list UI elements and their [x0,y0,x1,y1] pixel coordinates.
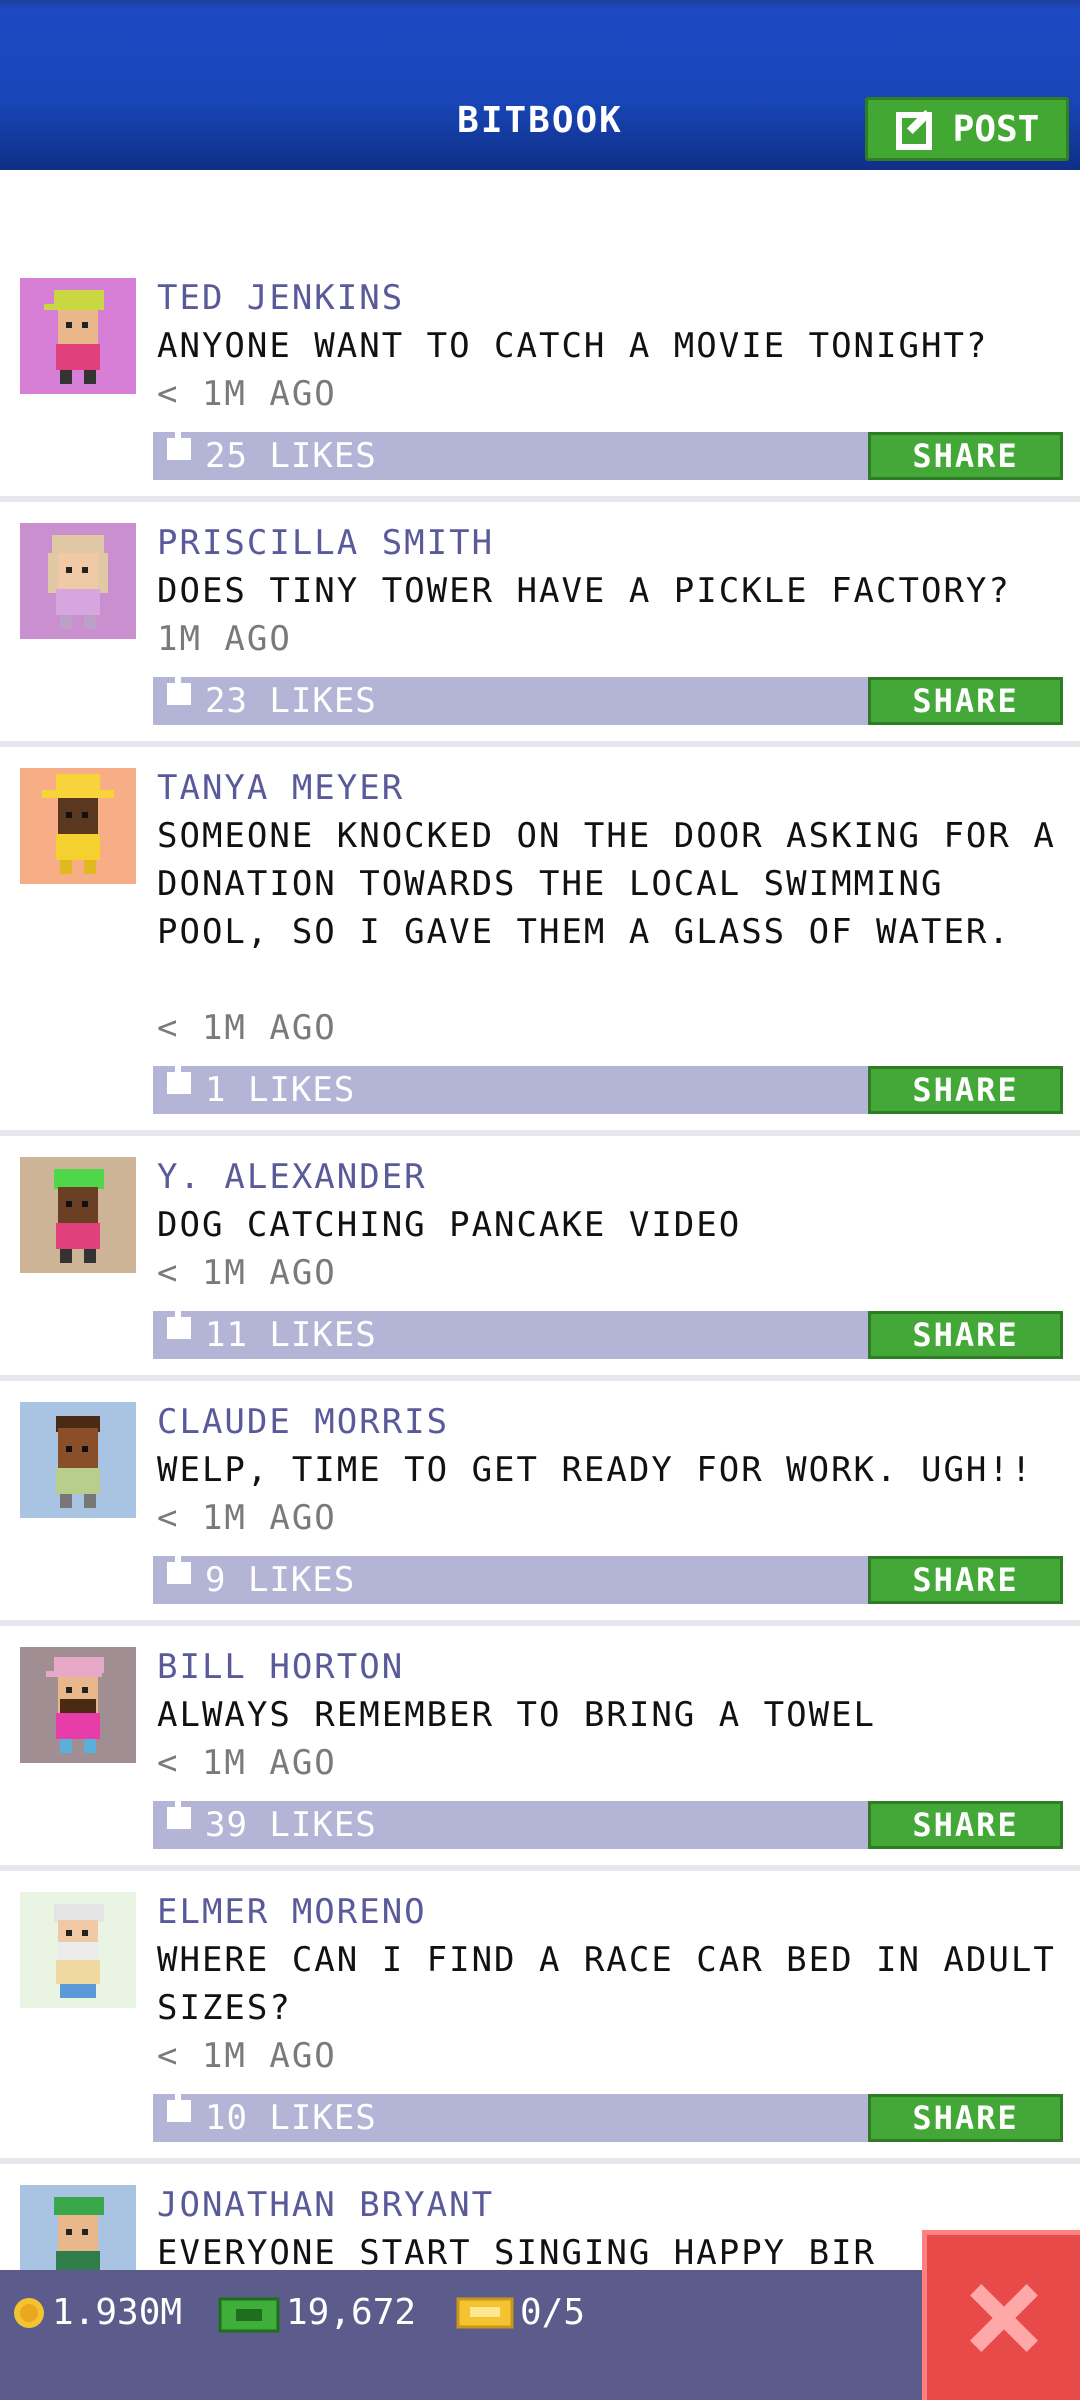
post-author[interactable]: CLAUDE MORRIS [157,1402,449,1442]
post-author[interactable]: PRISCILLA SMITH [157,523,494,563]
thumbs-up-icon[interactable] [163,2084,197,2134]
share-button[interactable]: SHARE [868,1801,1063,1849]
post-message: DOG CATCHING PANCAKE VIDEO [157,1205,742,1245]
post-time: < 1M AGO [157,1498,337,1538]
divider [0,741,1080,747]
coins-stat: 1.930M [12,2292,182,2333]
post-button[interactable]: POST [865,97,1069,161]
post-message: ALWAYS REMEMBER TO BRING A TOWEL [157,1695,877,1735]
avatar [20,523,136,639]
bux-icon [218,2297,280,2332]
divider [0,1375,1080,1381]
thumbs-up-icon[interactable] [163,1546,197,1596]
thumbs-up-icon[interactable] [163,1056,197,1106]
likes-count: 11 LIKES [205,1315,377,1355]
post-time: < 1M AGO [157,2036,337,2076]
post-time: < 1M AGO [157,1008,337,1048]
likes-count: 10 LIKES [205,2098,377,2138]
divider [0,1865,1080,1871]
coins-value: 1.930M [52,2292,183,2333]
post-time: < 1M AGO [157,1253,337,1293]
post-message: WELP, TIME TO GET READY FOR WORK. UGH!! [157,1450,1034,1490]
post-author[interactable]: TED JENKINS [157,278,404,318]
likes-bar: 23 LIKES SHARE [153,667,1063,725]
bux-stat: 19,672 [218,2292,416,2333]
avatar [20,1157,136,1273]
thumbs-up-icon[interactable] [163,422,197,472]
bux-value: 19,672 [286,2292,417,2333]
likes-bar: 11 LIKES SHARE [153,1301,1063,1359]
post-message: DOES TINY TOWER HAVE A PICKLE FACTORY? [157,571,1011,611]
post-message: ANYONE WANT TO CATCH A MOVIE TONIGHT? [157,326,989,366]
feed-list[interactable]: TED JENKINS ANYONE WANT TO CATCH A MOVIE… [0,170,1080,2270]
post-message: SOMEONE KNOCKED ON THE DOOR ASKING FOR A… [157,816,1056,952]
likes-count: 9 LIKES [205,1560,356,1600]
avatar [20,278,136,394]
likes-count: 39 LIKES [205,1805,377,1845]
share-button[interactable]: SHARE [868,1556,1063,1604]
divider [0,1620,1080,1626]
post-author[interactable]: Y. ALEXANDER [157,1157,427,1197]
likes-bar: 25 LIKES SHARE [153,422,1063,480]
app-header: BITBOOK POST [0,0,1080,170]
thumbs-up-icon[interactable] [163,1791,197,1841]
share-button[interactable]: SHARE [868,1066,1063,1114]
post-button-label: POST [952,108,1040,150]
post-message: WHERE CAN I FIND A RACE CAR BED IN ADULT… [157,1940,1056,2028]
share-button[interactable]: SHARE [868,2094,1063,2142]
share-button[interactable]: SHARE [868,1311,1063,1359]
likes-count: 25 LIKES [205,436,377,476]
share-button[interactable]: SHARE [868,677,1063,725]
thumbs-up-icon[interactable] [163,667,197,717]
avatar [20,1402,136,1518]
ticket-icon [456,2297,514,2328]
tickets-stat: 0/5 [456,2292,585,2333]
avatar [20,768,136,884]
thumbs-up-icon[interactable] [163,1301,197,1351]
post-time: < 1M AGO [157,1743,337,1783]
likes-count: 1 LIKES [205,1070,356,1110]
post-author[interactable]: TANYA MEYER [157,768,404,808]
avatar [20,1892,136,2008]
tickets-value: 0/5 [520,2292,586,2333]
avatar [20,2185,136,2270]
post-time: < 1M AGO [157,374,337,414]
likes-count: 23 LIKES [205,681,377,721]
likes-bar: 9 LIKES SHARE [153,1546,1063,1604]
post-author[interactable]: JONATHAN BRYANT [157,2185,494,2225]
divider [0,1130,1080,1136]
likes-bar: 10 LIKES SHARE [153,2084,1063,2142]
avatar [20,1647,136,1763]
divider [0,2158,1080,2164]
divider [0,496,1080,502]
post-author[interactable]: BILL HORTON [157,1647,404,1687]
share-button[interactable]: SHARE [868,432,1063,480]
status-bar: 1.930M 19,672 0/5 [0,2270,1080,2400]
likes-bar: 39 LIKES SHARE [153,1791,1063,1849]
close-icon [969,2283,1038,2352]
likes-bar: 1 LIKES SHARE [153,1056,1063,1114]
close-button[interactable] [922,2230,1080,2400]
post-author[interactable]: ELMER MORENO [157,1892,427,1932]
post-time: 1M AGO [157,619,292,659]
compose-icon [895,109,932,150]
coin-icon [14,2297,44,2328]
